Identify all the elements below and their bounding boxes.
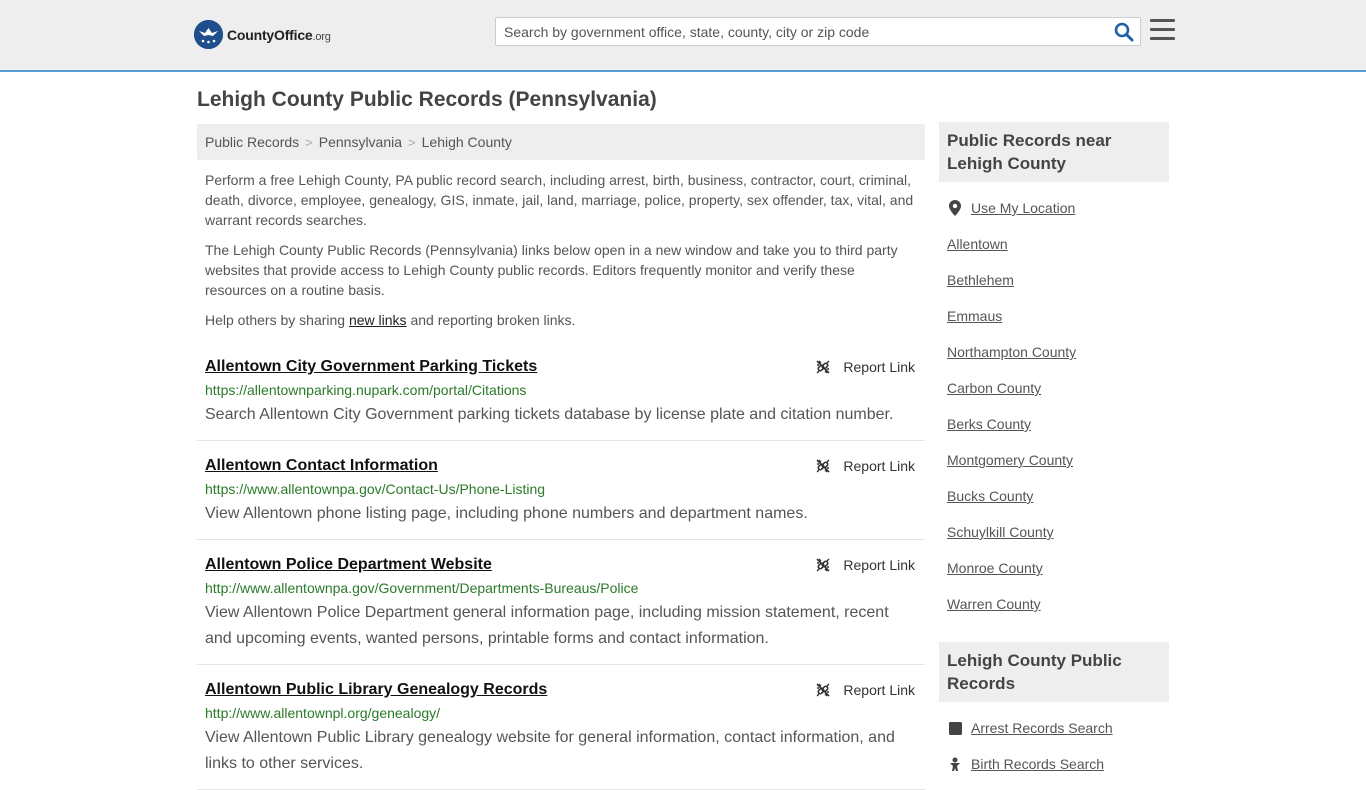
nearby-link[interactable]: Bucks County bbox=[947, 488, 1033, 504]
result-description: View Allentown Public Library genealogy … bbox=[205, 729, 895, 772]
result-url: https://allentownparking.nupark.com/port… bbox=[205, 382, 527, 398]
result-url: https://www.allentownpa.gov/Contact-Us/P… bbox=[205, 481, 546, 497]
sidebar-item-birth-records: Birth Records Search bbox=[947, 746, 1161, 782]
county-records-list: Arrest Records Search Birth Records Sear… bbox=[939, 702, 1169, 782]
nearby-link[interactable]: Warren County bbox=[947, 596, 1041, 612]
use-my-location-link[interactable]: Use My Location bbox=[971, 200, 1075, 216]
intro-p3-after: and reporting broken links. bbox=[406, 312, 576, 328]
nearby-link[interactable]: Schuylkill County bbox=[947, 524, 1054, 540]
nearby-link[interactable]: Bethlehem bbox=[947, 272, 1014, 288]
intro-p3-before: Help others by sharing bbox=[205, 312, 349, 328]
nearby-link[interactable]: Allentown bbox=[947, 236, 1008, 252]
search-input[interactable] bbox=[496, 18, 1096, 45]
menu-bar bbox=[1150, 19, 1175, 22]
page-title: Lehigh County Public Records (Pennsylvan… bbox=[197, 88, 657, 111]
arrest-records-icon bbox=[947, 721, 963, 735]
sidebar-item-monroe-county: Monroe County bbox=[947, 550, 1161, 586]
intro-text: Perform a free Lehigh County, PA public … bbox=[197, 170, 925, 330]
sidebar-item-allentown: Allentown bbox=[947, 226, 1161, 262]
result-description: Search Allentown City Government parking… bbox=[205, 406, 894, 423]
broken-link-icon bbox=[816, 683, 830, 697]
sidebar-item-arrest-records: Arrest Records Search bbox=[947, 710, 1161, 746]
menu-bar bbox=[1150, 28, 1175, 31]
sidebar-item-warren-county: Warren County bbox=[947, 586, 1161, 622]
breadcrumb-lehigh-county[interactable]: Lehigh County bbox=[422, 134, 512, 150]
hamburger-menu-icon[interactable] bbox=[1150, 19, 1175, 41]
logo-eagle-icon bbox=[194, 20, 223, 49]
sidebar-item-montgomery-county: Montgomery County bbox=[947, 442, 1161, 478]
nearby-link[interactable]: Emmaus bbox=[947, 308, 1002, 324]
county-records-heading: Lehigh County Public Records bbox=[939, 642, 1169, 702]
baby-icon bbox=[947, 757, 963, 771]
report-link-label: Report Link bbox=[843, 359, 915, 375]
sidebar-item-northampton-county: Northampton County bbox=[947, 334, 1161, 370]
breadcrumb: Public Records > Pennsylvania > Lehigh C… bbox=[197, 124, 925, 160]
nearby-link[interactable]: Berks County bbox=[947, 416, 1031, 432]
logo-text: CountyOffice.org bbox=[227, 27, 331, 43]
report-link-button[interactable]: Report Link bbox=[815, 359, 915, 375]
site-logo[interactable]: CountyOffice.org bbox=[194, 20, 331, 49]
result-item: Allentown Police Department Website Repo… bbox=[197, 540, 925, 665]
sidebar-item-bethlehem: Bethlehem bbox=[947, 262, 1161, 298]
result-description: View Allentown phone listing page, inclu… bbox=[205, 505, 808, 522]
intro-paragraph-3: Help others by sharing new links and rep… bbox=[205, 310, 917, 330]
result-title-link[interactable]: Allentown Public Library Genealogy Recor… bbox=[205, 681, 547, 699]
sidebar-item-carbon-county: Carbon County bbox=[947, 370, 1161, 406]
result-url: http://www.allentownpl.org/genealogy/ bbox=[205, 705, 441, 721]
result-title-link[interactable]: Allentown Police Department Website bbox=[205, 556, 492, 574]
intro-paragraph-1: Perform a free Lehigh County, PA public … bbox=[205, 172, 914, 228]
breadcrumb-public-records[interactable]: Public Records bbox=[205, 134, 299, 150]
records-link[interactable]: Arrest Records Search bbox=[971, 720, 1113, 736]
sidebar-item-schuylkill-county: Schuylkill County bbox=[947, 514, 1161, 550]
search-icon bbox=[1114, 22, 1134, 42]
sidebar-item-berks-county: Berks County bbox=[947, 406, 1161, 442]
main-content: Public Records > Pennsylvania > Lehigh C… bbox=[197, 124, 925, 790]
report-link-button[interactable]: Report Link bbox=[815, 557, 915, 573]
result-description: View Allentown Police Department general… bbox=[205, 604, 889, 647]
map-marker-icon bbox=[947, 200, 963, 216]
menu-bar bbox=[1150, 37, 1175, 40]
report-link-button[interactable]: Report Link bbox=[815, 458, 915, 474]
new-links-link[interactable]: new links bbox=[349, 312, 407, 328]
result-item: Allentown Contact Information Report Lin… bbox=[197, 441, 925, 540]
report-link-label: Report Link bbox=[843, 557, 915, 573]
use-my-location-item: Use My Location bbox=[947, 190, 1161, 226]
results-list: Allentown City Government Parking Ticket… bbox=[197, 342, 925, 790]
report-link-label: Report Link bbox=[843, 682, 915, 698]
breadcrumb-separator: > bbox=[408, 134, 416, 150]
breadcrumb-pennsylvania[interactable]: Pennsylvania bbox=[319, 134, 402, 150]
report-link-button[interactable]: Report Link bbox=[815, 682, 915, 698]
nearby-link[interactable]: Montgomery County bbox=[947, 452, 1073, 468]
nearby-link[interactable]: Northampton County bbox=[947, 344, 1076, 360]
report-link-label: Report Link bbox=[843, 458, 915, 474]
intro-paragraph-2: The Lehigh County Public Records (Pennsy… bbox=[205, 242, 898, 298]
sidebar-item-bucks-county: Bucks County bbox=[947, 478, 1161, 514]
broken-link-icon bbox=[816, 558, 830, 572]
nearby-records-list: Use My Location Allentown Bethlehem Emma… bbox=[939, 182, 1169, 622]
search-bar bbox=[495, 17, 1141, 46]
result-title-link[interactable]: Allentown City Government Parking Ticket… bbox=[205, 358, 537, 376]
nearby-records-heading: Public Records near Lehigh County bbox=[939, 122, 1169, 182]
search-button[interactable] bbox=[1114, 22, 1134, 42]
sidebar: Public Records near Lehigh County Use My… bbox=[939, 122, 1169, 782]
result-item: Allentown City Government Parking Ticket… bbox=[197, 342, 925, 441]
logo-text-main: CountyOffice bbox=[227, 26, 313, 43]
broken-link-icon bbox=[816, 360, 830, 374]
broken-link-icon bbox=[816, 459, 830, 473]
sidebar-item-emmaus: Emmaus bbox=[947, 298, 1161, 334]
logo-text-suffix: .org bbox=[312, 30, 331, 43]
nearby-link[interactable]: Carbon County bbox=[947, 380, 1041, 396]
result-title-link[interactable]: Allentown Contact Information bbox=[205, 457, 438, 475]
records-link[interactable]: Birth Records Search bbox=[971, 756, 1104, 772]
result-item: Allentown Public Library Genealogy Recor… bbox=[197, 665, 925, 790]
result-url: http://www.allentownpa.gov/Government/De… bbox=[205, 580, 639, 596]
breadcrumb-separator: > bbox=[305, 134, 313, 150]
nearby-link[interactable]: Monroe County bbox=[947, 560, 1043, 576]
site-header: CountyOffice.org bbox=[0, 0, 1366, 72]
